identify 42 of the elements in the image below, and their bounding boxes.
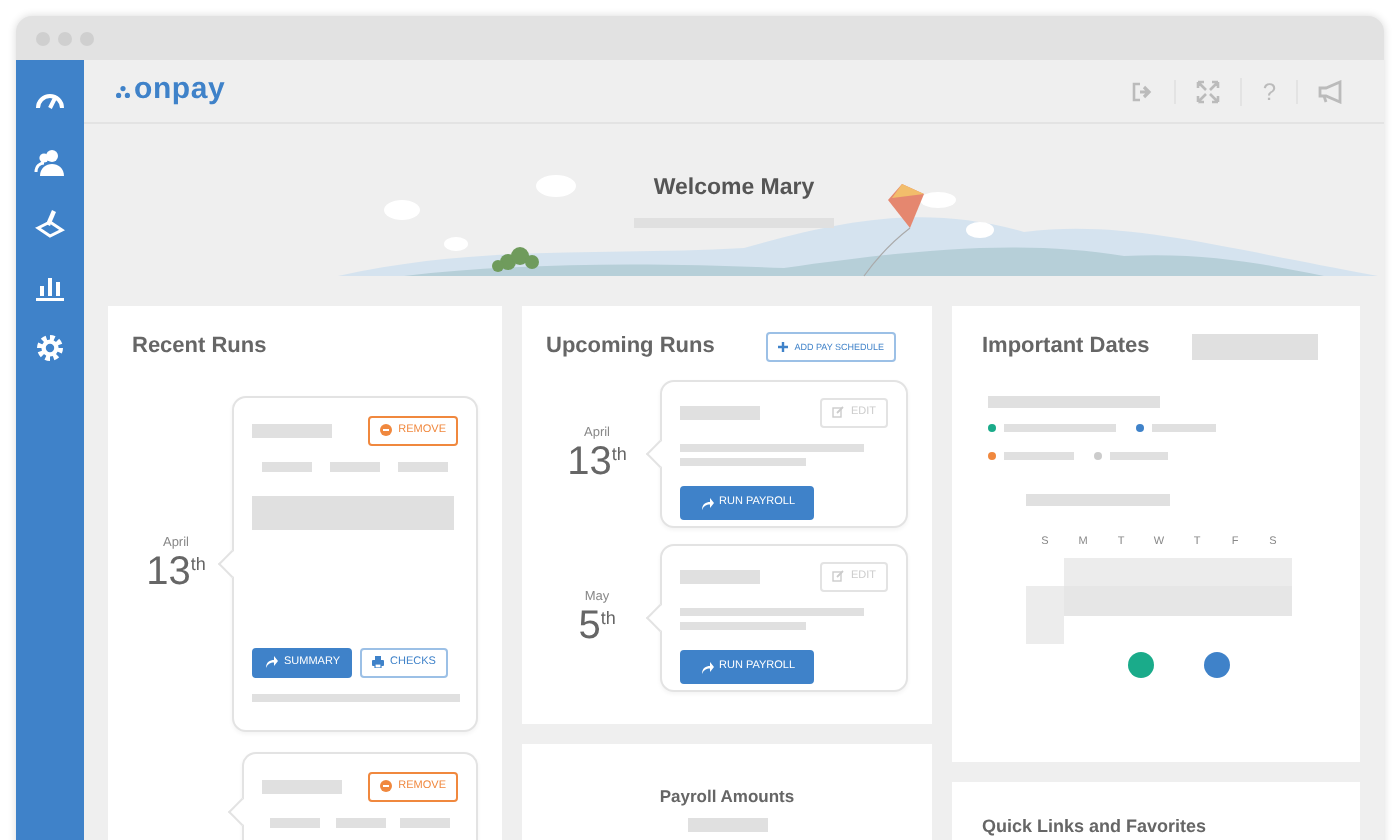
placeholder-bar [680,405,761,419]
placeholder-bar [262,779,343,793]
placeholder-bar [1192,333,1318,360]
placeholder-bar [680,569,761,583]
printer-icon [372,656,385,668]
run-date-day: 13 [146,552,191,593]
card-title: Payroll Amounts [659,784,795,810]
megaphone-icon[interactable] [1318,79,1344,103]
card-title: Recent Runs [132,332,269,362]
run-date-day-suffix: th [190,552,206,579]
stamp-icon[interactable] [34,208,66,240]
logo: onpay [116,68,226,114]
placeholder-bar [1026,493,1170,505]
users-icon[interactable] [34,146,66,178]
card-title: Important Dates [982,332,1150,362]
placeholder-bar [252,423,332,437]
remove-icon [380,780,393,792]
expand-icon[interactable] [1196,79,1221,103]
run-date-day-suffix: th [611,442,627,469]
run-date-day: 5 [578,606,601,647]
run-date-day: 13 [567,442,612,483]
placeholder-bar [335,817,386,827]
sign-out-icon[interactable] [1130,79,1155,103]
plus-icon [778,341,789,352]
share-arrow-icon [699,661,713,673]
logo-dots-icon [116,85,130,97]
edit-icon [832,406,845,418]
run-date-day-suffix: th [600,606,616,633]
card-title: Upcoming Runs [546,332,715,362]
placeholder-bar [398,461,449,471]
card-title: Quick Links and Favorites [982,816,1207,836]
welcome-title: Welcome Mary [653,174,815,204]
placeholder-bar [687,817,767,832]
remove-icon [380,424,393,436]
placeholder-bar [270,817,321,827]
placeholder-bar [261,461,312,471]
share-arrow-icon [264,656,278,668]
placeholder-bar [400,817,451,827]
placeholder-bar [329,461,380,471]
share-arrow-icon [699,497,713,509]
settings-icon[interactable] [34,332,66,364]
edit-icon [832,570,845,582]
